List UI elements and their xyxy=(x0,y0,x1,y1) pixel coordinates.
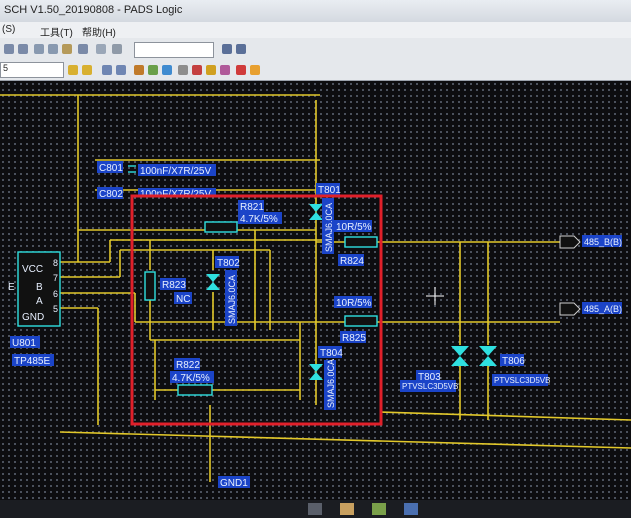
power-icon[interactable] xyxy=(236,65,246,75)
pin-number-5: 5 xyxy=(53,304,58,314)
t802-ref: T802 xyxy=(217,258,240,269)
menu-bar: (S) 工具(T) 帮助(H) xyxy=(0,22,631,39)
add-part-icon[interactable] xyxy=(134,65,144,75)
menu-item-s[interactable]: (S) xyxy=(2,24,15,35)
t806-value: PTVSLC3D5VB xyxy=(494,376,550,385)
move-up-icon[interactable] xyxy=(222,44,232,54)
gnd-net-label: GND1 xyxy=(220,478,248,489)
taskbar-app-icon-2[interactable] xyxy=(340,503,354,515)
add-net-label-icon[interactable] xyxy=(206,65,216,75)
move-down-icon[interactable] xyxy=(236,44,246,54)
r825-ref: R825 xyxy=(342,333,366,344)
layer-select[interactable] xyxy=(134,42,214,58)
schematic-drawing: VCC E B A GND 8 7 6 5 U801 TP485E C801 1… xyxy=(0,94,631,489)
pin-a: A xyxy=(36,296,43,307)
t804-ref: T804 xyxy=(320,348,343,359)
menu-item-help[interactable]: 帮助(H) xyxy=(82,24,116,39)
ground-icon[interactable] xyxy=(250,65,260,75)
port-b-label: 485_B(B) xyxy=(584,237,622,247)
pin-vcc: VCC xyxy=(22,264,43,275)
redo-icon[interactable] xyxy=(18,44,28,54)
add-bus-icon[interactable] xyxy=(162,65,172,75)
tvs-t804-symbol[interactable] xyxy=(309,364,323,380)
r822-ref: R822 xyxy=(176,360,200,371)
menu-item-tools[interactable]: 工具(T) xyxy=(40,24,73,39)
cut-icon[interactable] xyxy=(34,44,44,54)
window-title: SCH V1.50_20190808 - PADS Logic xyxy=(4,4,183,16)
add-field-icon[interactable] xyxy=(192,65,202,75)
zoom-value: 5 xyxy=(3,63,9,73)
pin-number-7: 7 xyxy=(53,273,58,283)
pin-gnd: GND xyxy=(22,312,44,323)
tvs-t803-symbol[interactable] xyxy=(451,346,469,366)
off-page-icon[interactable] xyxy=(220,65,230,75)
pads-logic-window: SCH V1.50_20190808 - PADS Logic (S) 工具(T… xyxy=(0,0,631,518)
t806-ref: T806 xyxy=(502,356,525,367)
copy-icon[interactable] xyxy=(48,44,58,54)
properties-icon[interactable] xyxy=(96,44,106,54)
r822-value: 4.7K/5% xyxy=(172,373,210,384)
zoom-in-icon[interactable] xyxy=(102,65,112,75)
tvs-t801-symbol[interactable] xyxy=(309,204,323,220)
pointer-icon[interactable] xyxy=(82,65,92,75)
r821-value: 4.7K/5% xyxy=(240,214,278,225)
r823-value: NC xyxy=(176,294,190,305)
resistor-r821-symbol[interactable] xyxy=(204,221,238,233)
t803-value: PTVSLC3D5VB xyxy=(402,382,458,391)
find-icon[interactable] xyxy=(78,44,88,54)
resistor-r822-symbol[interactable] xyxy=(177,384,213,396)
paste-icon[interactable] xyxy=(62,44,72,54)
pin-b: B xyxy=(36,282,43,293)
taskbar-app-icon-3[interactable] xyxy=(372,503,386,515)
pin-e: E xyxy=(8,282,15,293)
c802-ref: C802 xyxy=(99,189,123,200)
pin-number-8: 8 xyxy=(53,258,58,268)
t802-value: SMAJ6.0CA xyxy=(227,275,237,324)
tvs-t806-symbol[interactable] xyxy=(479,346,497,366)
net-port-b-symbol[interactable] xyxy=(559,235,581,249)
schematic-canvas[interactable]: VCC E B A GND 8 7 6 5 U801 TP485E C801 1… xyxy=(0,81,631,518)
r821-ref: R821 xyxy=(240,202,264,213)
select-icon[interactable] xyxy=(68,65,78,75)
resistor-r823-symbol[interactable] xyxy=(144,271,156,301)
window-controls[interactable] xyxy=(585,3,625,17)
port-a-label: 485_A(B) xyxy=(584,304,622,314)
r824-value: 10R/5% xyxy=(336,222,372,233)
t804-value: SMAJ6.0CA xyxy=(326,359,336,408)
zoom-out-icon[interactable] xyxy=(116,65,126,75)
t801-ref: T801 xyxy=(318,185,341,196)
tvs-t802-symbol[interactable] xyxy=(206,274,220,290)
main-toolbar xyxy=(0,38,631,61)
c801-ref: C801 xyxy=(99,163,123,174)
taskbar-app-icon-1[interactable] xyxy=(308,503,322,515)
u801-value: TP485E xyxy=(14,356,50,367)
capacitor-c801-symbol[interactable] xyxy=(128,165,136,173)
font-icon[interactable] xyxy=(112,44,122,54)
resistor-r824-symbol[interactable] xyxy=(344,236,378,248)
title-bar: SCH V1.50_20190808 - PADS Logic xyxy=(0,0,631,22)
add-text-icon[interactable] xyxy=(178,65,188,75)
r825-value: 10R/5% xyxy=(336,298,372,309)
r824-ref: R824 xyxy=(340,256,364,267)
crosshair-cursor-icon xyxy=(426,287,444,305)
net-port-a-symbol[interactable] xyxy=(559,302,581,316)
add-wire-icon[interactable] xyxy=(148,65,158,75)
c801-value: 100nF/X7R/25V xyxy=(140,166,211,177)
r823-ref: R823 xyxy=(162,280,186,291)
design-toolbar: 5 xyxy=(0,60,631,81)
taskbar xyxy=(0,500,631,518)
pin-number-6: 6 xyxy=(53,289,58,299)
u801-ref: U801 xyxy=(12,338,36,349)
taskbar-app-icon-4[interactable] xyxy=(404,503,418,515)
zoom-select[interactable]: 5 xyxy=(0,62,64,78)
undo-icon[interactable] xyxy=(4,44,14,54)
resistor-r825-symbol[interactable] xyxy=(344,315,378,327)
t801-value: SMAJ6.0CA xyxy=(324,203,334,252)
